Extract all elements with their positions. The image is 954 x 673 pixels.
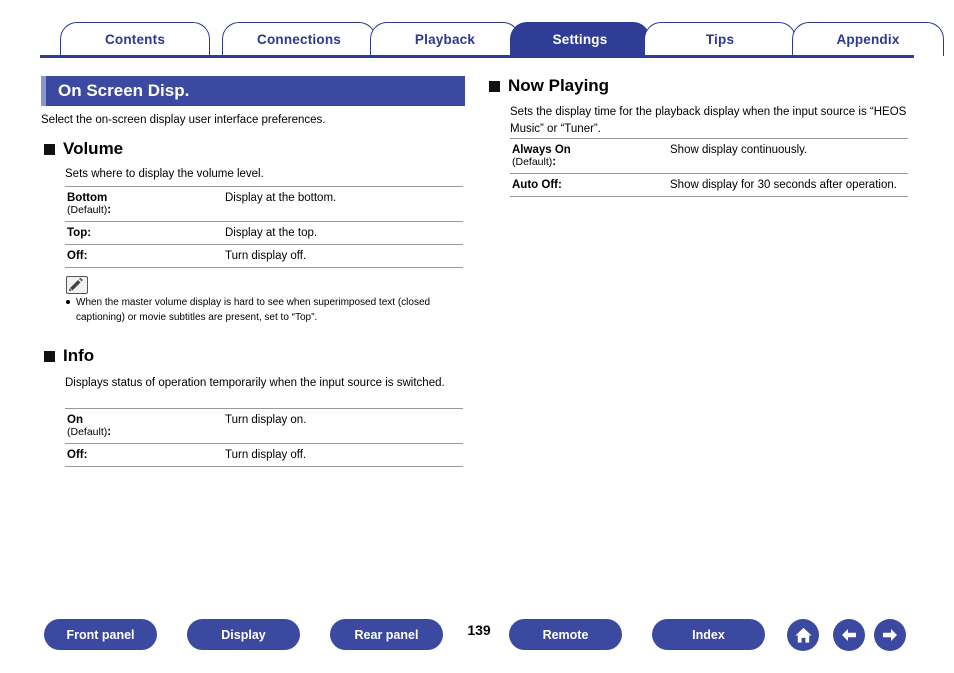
option-value: Turn display off. [225, 443, 463, 467]
footer-button-label: Display [221, 627, 266, 642]
footer-button-index[interactable]: Index [652, 619, 765, 650]
tab-playback-label: Playback [414, 32, 476, 47]
section-title-volume: Volume [63, 139, 124, 158]
table-row: Always On (Default): Show display contin… [510, 138, 908, 174]
footer-button-label: Front panel [66, 627, 135, 642]
note-bullet-icon [66, 300, 70, 304]
tab-connections[interactable]: Connections [222, 22, 376, 56]
footer-button-remote[interactable]: Remote [509, 619, 622, 650]
tab-appendix[interactable]: Appendix [792, 22, 944, 56]
tab-settings[interactable]: Settings [510, 22, 650, 56]
bullet-square-icon [489, 80, 500, 92]
option-key: Off: [65, 244, 225, 268]
table-row: Auto Off: Show display for 30 seconds af… [510, 173, 908, 197]
home-icon[interactable] [787, 619, 819, 651]
page-number: 139 [467, 622, 491, 638]
option-key: Always On [512, 144, 571, 156]
section-heading-volume: Volume [44, 139, 123, 159]
tab-contents-label: Contents [104, 32, 166, 47]
option-key: Top: [65, 221, 225, 245]
option-colon: : [107, 426, 112, 438]
footer-button-label: Rear panel [354, 627, 419, 642]
bullet-square-icon [44, 143, 55, 155]
arrow-right-icon[interactable] [874, 619, 906, 651]
tab-connections-label: Connections [257, 32, 341, 47]
top-tab-bar: Contents Connections Playback Settings T… [40, 22, 944, 56]
option-value: Turn display on. [225, 408, 463, 444]
table-row: Off: Turn display off. [65, 244, 463, 268]
option-key: Auto Off: [510, 173, 670, 197]
section-heading-now-playing: Now Playing [489, 76, 609, 96]
section-title-info: Info [63, 346, 95, 365]
section-desc-now-playing: Sets the display time for the playback d… [510, 106, 907, 135]
footer-button-front-panel[interactable]: Front panel [44, 619, 157, 650]
page-title: On Screen Disp. [41, 76, 465, 106]
section-title-now-playing: Now Playing [508, 76, 610, 95]
option-value: Show display continuously. [670, 138, 908, 174]
now-playing-options-table: Always On (Default): Show display contin… [510, 138, 908, 197]
option-key: On [67, 414, 83, 426]
option-default: (Default) [67, 426, 108, 438]
arrow-left-icon[interactable] [833, 619, 865, 651]
option-value: Display at the bottom. [225, 186, 463, 222]
table-row: Off: Turn display off. [65, 443, 463, 467]
section-desc-volume: Sets where to display the volume level. [65, 168, 264, 180]
option-value: Show display for 30 seconds after operat… [670, 173, 908, 197]
footer-button-display[interactable]: Display [187, 619, 300, 650]
tab-appendix-label: Appendix [836, 32, 900, 47]
footer-button-rear-panel[interactable]: Rear panel [330, 619, 443, 650]
option-default: (Default) [512, 156, 553, 168]
option-value: Display at the top. [225, 221, 463, 245]
tab-settings-label: Settings [552, 32, 608, 47]
tab-playback[interactable]: Playback [370, 22, 520, 56]
page-intro: Select the on-screen display user interf… [41, 114, 326, 126]
bullet-square-icon [44, 350, 55, 362]
option-colon: : [107, 204, 112, 216]
option-key: Bottom [67, 192, 108, 204]
option-colon: : [552, 156, 557, 168]
footer-button-label: Index [692, 627, 725, 642]
option-key: Off: [65, 443, 225, 467]
option-value: Turn display off. [225, 244, 463, 268]
info-options-table: On (Default): Turn display on. Off: Turn… [65, 408, 463, 467]
tab-tips-label: Tips [705, 32, 735, 47]
tab-tips[interactable]: Tips [644, 22, 796, 56]
tab-contents[interactable]: Contents [60, 22, 210, 56]
section-heading-info: Info [44, 346, 94, 366]
table-row: On (Default): Turn display on. [65, 408, 463, 444]
table-row: Top: Display at the top. [65, 221, 463, 245]
section-desc-info: Displays status of operation temporarily… [65, 377, 445, 389]
note-text: When the master volume display is hard t… [76, 297, 431, 323]
table-row: Bottom (Default): Display at the bottom. [65, 186, 463, 222]
option-default: (Default) [67, 204, 108, 216]
note-pencil-icon [66, 276, 88, 294]
footer-button-label: Remote [542, 627, 589, 642]
page-title-label: On Screen Disp. [58, 81, 190, 100]
tab-bar-underline [40, 55, 914, 58]
volume-options-table: Bottom (Default): Display at the bottom.… [65, 186, 463, 268]
